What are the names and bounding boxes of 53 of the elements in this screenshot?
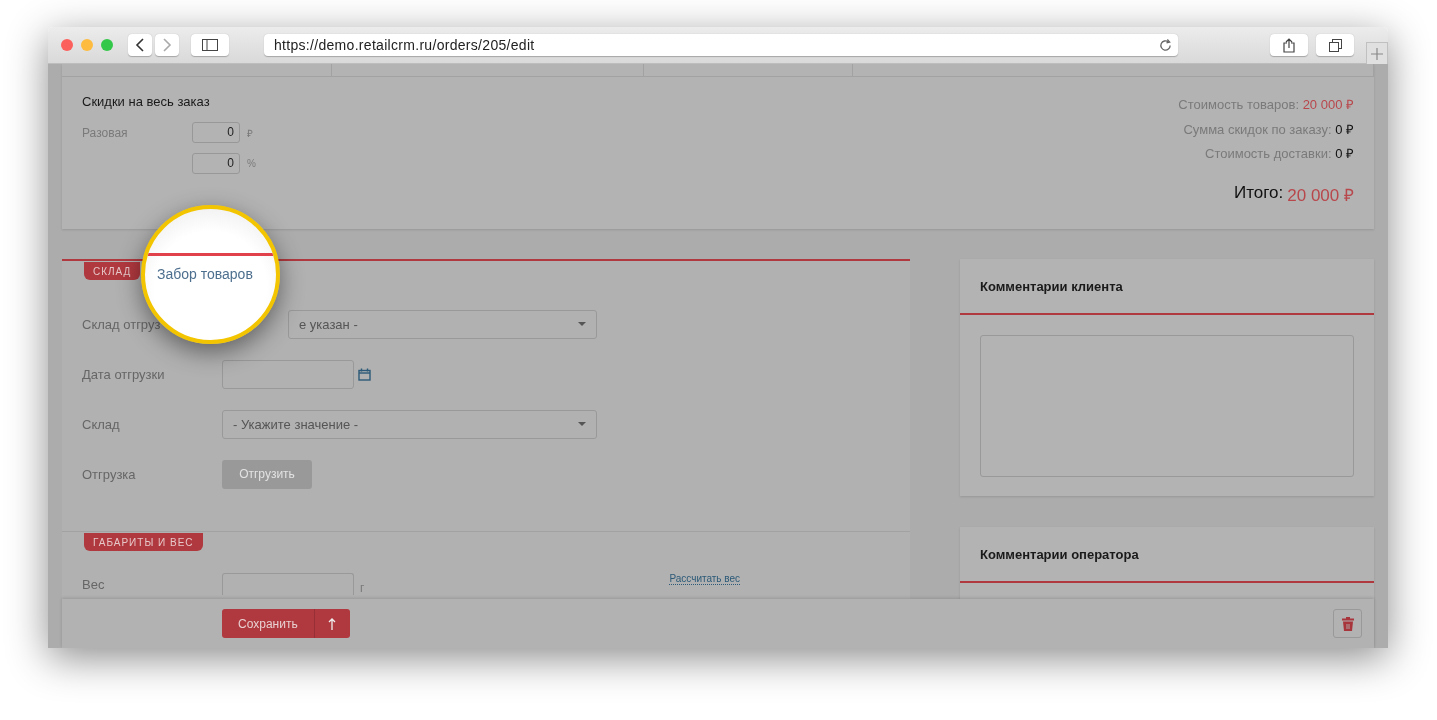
arrow-up-icon [328,616,337,631]
chevron-right-icon [162,38,172,52]
close-icon[interactable] [61,39,73,51]
field-label: Вес [82,577,106,592]
discount-title: Скидки на весь заказ [82,94,211,109]
dropdown-field[interactable]: - Укажите значение - [222,409,597,439]
tabs-button[interactable] [1316,34,1354,56]
comment-field[interactable] [980,335,1354,477]
dropdown-field[interactable]: е указан - [288,309,597,339]
summary-label: Стоимость доставки: [1205,146,1332,161]
new-tab-button[interactable] [1366,42,1388,64]
reload-icon[interactable] [1159,38,1172,52]
summary-label: Сумма скидок по заказу: [1183,121,1332,137]
trash-icon [1341,616,1354,631]
share-button[interactable] [1270,34,1308,56]
calendar-icon[interactable] [358,367,371,381]
plus-icon [1371,47,1383,60]
summary-value: 20 000 ₽ [1302,97,1354,112]
discount-field[interactable]: 0 [192,122,240,143]
field-label: Склад отгруз [82,316,162,332]
address-bar[interactable]: https://demo.retailcrm.ru/orders/205/edit [264,34,1178,56]
summary-value: 0 ₽ [1335,146,1354,161]
date-field[interactable] [222,359,354,389]
field-label: Отгрузка [82,466,137,482]
total-label: Итого: [1234,182,1284,204]
back-button[interactable] [128,34,152,56]
section-tab[interactable]: Забор товаров [157,266,253,282]
discount-field[interactable]: 0 [192,153,240,174]
card-title: Комментарии клиента [960,259,1374,315]
summary-label: Стоимость товаров: [1178,97,1299,112]
caret-icon [578,422,586,426]
sidebar-icon [202,39,218,51]
section-tag: ГАБАРИТЫ И ВЕС [84,533,203,551]
field-label: Дата отгрузки [82,366,166,382]
save-menu-button[interactable] [314,609,350,638]
delete-button[interactable] [1333,609,1362,638]
unit-label: % [247,158,256,169]
section-tab[interactable]: СКЛАД [84,262,141,280]
caret-icon [578,322,586,326]
card-title: Комментарии оператора [960,527,1374,583]
weight-field[interactable] [222,573,354,595]
discount-label: Разовая [82,125,129,140]
chevron-left-icon [135,38,145,52]
summary-value: 0 ₽ [1335,121,1354,137]
save-button[interactable]: Сохранить [222,609,315,638]
total-value: 20 000 ₽ [1287,184,1354,206]
field-label: Склад [82,416,121,432]
calculate-weight-link[interactable]: Рассчитать вес [669,573,741,585]
zoom-icon[interactable] [101,39,113,51]
share-icon [1283,37,1295,53]
unit-label: ₽ [247,126,253,140]
sidebar-button[interactable] [191,34,229,56]
tabs-icon [1328,38,1342,52]
